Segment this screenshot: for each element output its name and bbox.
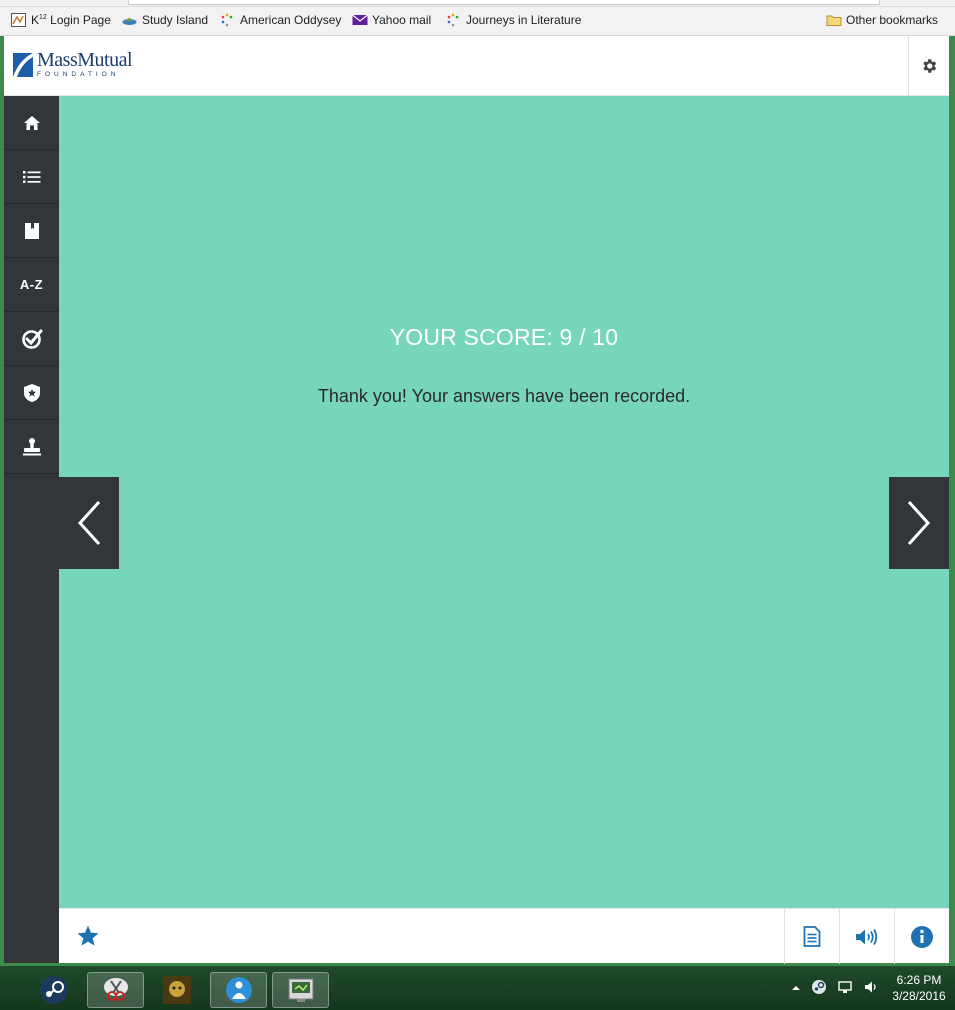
transcript-button[interactable] — [784, 909, 839, 964]
address-bar-strip — [0, 0, 955, 7]
steam-icon — [39, 976, 68, 1004]
speaker-icon — [856, 928, 878, 945]
windows-taskbar: 6:26 PM 3/28/2016 — [0, 966, 955, 1010]
loading-dots-icon — [220, 13, 235, 27]
document-icon — [803, 926, 821, 947]
sidebar-item-badges[interactable] — [4, 366, 59, 420]
score-text: YOUR SCORE: 9 / 10 — [389, 324, 619, 350]
book-icon — [24, 222, 39, 239]
k12-icon — [11, 13, 26, 27]
sidebar-item-home[interactable] — [4, 96, 59, 150]
audio-button[interactable] — [839, 909, 894, 964]
sidebar-item-certificate[interactable] — [4, 420, 59, 474]
game-icon — [162, 976, 191, 1004]
taskbar-snipping-tool[interactable] — [87, 972, 144, 1008]
taskbar-game[interactable] — [148, 972, 205, 1008]
gear-icon — [923, 59, 937, 73]
info-icon — [911, 925, 933, 948]
taskbar-control-panel[interactable] — [272, 972, 329, 1008]
bottom-toolbar — [59, 908, 949, 964]
bookmark-label: Other bookmarks — [846, 13, 939, 27]
taskbar-skype[interactable] — [210, 972, 267, 1008]
bookmark-other-bookmarks[interactable]: Other bookmarks — [826, 13, 938, 27]
bookmark-login-page[interactable]: K12 Login Page — [11, 13, 111, 27]
massmutual-logo[interactable]: MassMutual FOUNDATION — [13, 49, 133, 80]
island-icon — [122, 13, 137, 27]
system-tray: 6:26 PM 3/28/2016 — [791, 966, 955, 1010]
bookmark-label: Journeys in Literature — [466, 13, 582, 27]
bookmark-label: American Oddysey — [240, 13, 342, 27]
bookmark-american-oddysey[interactable]: American Oddysey — [220, 13, 341, 27]
next-button[interactable] — [889, 477, 949, 569]
glossary-icon: A-Z — [19, 277, 44, 292]
bookmark-prefix: K — [31, 13, 40, 27]
confirmation-message: Thank you! Your answers have been record… — [317, 386, 691, 406]
clock-time: 6:26 PM — [896, 973, 942, 987]
steam-tray-icon[interactable] — [811, 979, 827, 998]
previous-button[interactable] — [59, 477, 119, 569]
browser-window: K12 Login Page Study Island American Odd… — [0, 0, 955, 966]
brand-sub: FOUNDATION — [37, 71, 120, 78]
brand-name: MassMutual — [37, 49, 133, 71]
home-icon — [23, 115, 40, 130]
chevron-up-icon[interactable] — [791, 981, 801, 995]
sidebar: A-Z — [4, 96, 59, 963]
loading-dots-icon — [446, 13, 461, 27]
address-field[interactable] — [128, 0, 880, 5]
top-bar: MassMutual FOUNDATION — [4, 36, 949, 96]
scissors-icon — [103, 978, 128, 1001]
star-icon — [77, 925, 99, 946]
clock-date: 3/28/2016 — [892, 989, 946, 1003]
check-circle-icon — [21, 329, 42, 349]
taskbar-steam[interactable] — [25, 972, 82, 1008]
app-container: MassMutual FOUNDATION A-Z YOUR SCORE: 9 … — [4, 36, 949, 964]
main-content: YOUR SCORE: 9 / 10 Thank you! Your answe… — [59, 96, 949, 908]
bookmark-star-button[interactable] — [73, 921, 103, 951]
list-icon — [22, 170, 40, 183]
mail-icon — [352, 13, 368, 27]
bookmark-study-island[interactable]: Study Island — [122, 13, 208, 27]
sidebar-item-glossary[interactable]: A-Z — [4, 258, 59, 312]
volume-icon[interactable] — [863, 979, 879, 998]
monitor-icon — [288, 978, 313, 1002]
chevron-left-icon — [77, 500, 101, 546]
bookmark-label: Study Island — [142, 13, 209, 27]
bookmark-label: Login Page — [50, 13, 111, 27]
sidebar-item-list[interactable] — [4, 150, 59, 204]
folder-icon — [826, 13, 842, 27]
sidebar-item-assessment[interactable] — [4, 312, 59, 366]
bookmark-journeys-in-literature[interactable]: Journeys in Literature — [446, 13, 581, 27]
bookmark-sup: 12 — [39, 14, 47, 21]
bookmarks-bar: K12 Login Page Study Island American Odd… — [0, 7, 955, 36]
logo-mark-icon — [13, 53, 33, 77]
shield-star-icon — [23, 383, 40, 402]
stamp-icon — [22, 437, 41, 455]
bookmark-yahoo-mail[interactable]: Yahoo mail — [352, 13, 431, 27]
sidebar-item-book[interactable] — [4, 204, 59, 258]
settings-button[interactable] — [908, 36, 949, 96]
network-icon[interactable] — [837, 979, 853, 998]
clock[interactable]: 6:26 PM 3/28/2016 — [889, 972, 949, 1004]
chevron-right-icon — [907, 500, 931, 546]
info-button[interactable] — [894, 909, 949, 964]
bookmark-label: Yahoo mail — [372, 13, 432, 27]
app-icon — [225, 977, 252, 1003]
